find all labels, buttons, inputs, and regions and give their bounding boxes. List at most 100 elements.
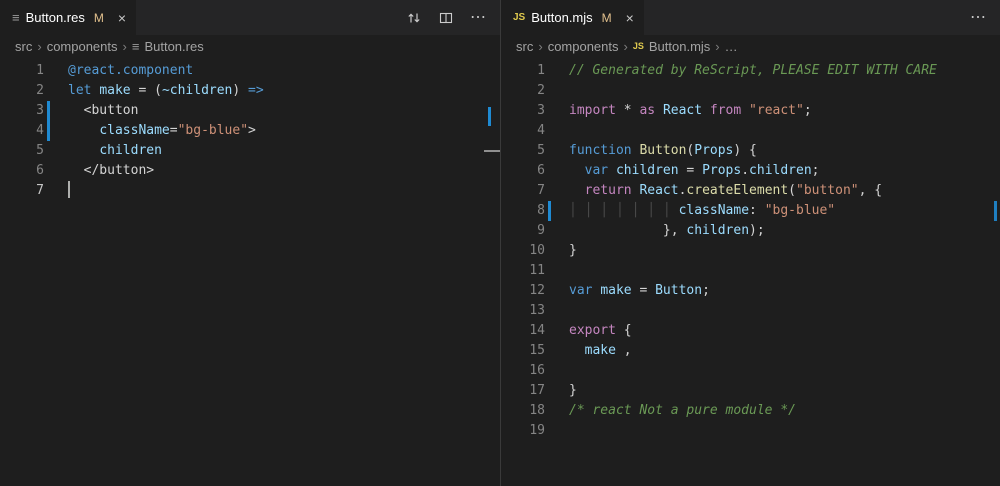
code-text: children <box>68 141 162 161</box>
close-tab-button[interactable]: × <box>118 10 126 26</box>
git-modified-marker <box>47 121 50 141</box>
gutter-spacer <box>548 221 551 241</box>
gutter-spacer <box>548 281 551 301</box>
breadcrumb-separator: › <box>37 39 41 54</box>
code-editor-rescript[interactable]: 1 @react.component2let make = (~children)… <box>0 57 500 201</box>
git-modified-marker <box>47 101 50 121</box>
overview-ruler-cursor-mark <box>484 150 500 152</box>
code-line[interactable]: 5function Button(Props) { <box>501 141 1000 161</box>
line-number: 6 <box>501 161 545 181</box>
code-line[interactable]: 14export { <box>501 321 1000 341</box>
more-actions-icon[interactable]: ⋯ <box>470 10 486 26</box>
code-line[interactable]: 6 var children = Props.children; <box>501 161 1000 181</box>
javascript-icon: JS <box>513 12 525 23</box>
line-number: 1 <box>0 61 44 81</box>
javascript-icon: JS <box>633 41 644 51</box>
code-line[interactable]: 15 make , <box>501 341 1000 361</box>
split-editor-icon[interactable] <box>438 10 454 26</box>
breadcrumb-label: src <box>15 39 32 54</box>
code-line[interactable]: 8 │ │ │ │ │ │ │ className: "bg-blue" <box>501 201 1000 221</box>
code-line[interactable]: 16 <box>501 361 1000 381</box>
gutter-spacer <box>47 81 50 101</box>
line-number: 7 <box>0 181 44 201</box>
breadcrumb-label: src <box>516 39 533 54</box>
code-line[interactable]: 12var make = Button; <box>501 281 1000 301</box>
breadcrumb-item[interactable]: … <box>725 39 738 54</box>
breadcrumb-item[interactable]: components <box>47 39 118 54</box>
code-line[interactable]: 9 }, children); <box>501 221 1000 241</box>
editor-actions-left: ⋯ <box>406 0 500 35</box>
file-icon: ≡ <box>12 10 20 25</box>
breadcrumb-item[interactable]: components <box>548 39 619 54</box>
gutter-spacer <box>47 161 50 181</box>
code-text: </button> <box>68 161 154 181</box>
gutter-spacer <box>548 301 551 321</box>
gutter-spacer <box>47 181 50 201</box>
code-line[interactable]: 7 <box>0 181 500 201</box>
line-number: 17 <box>501 381 545 401</box>
code-text: } <box>569 381 577 401</box>
code-text: function Button(Props) { <box>569 141 757 161</box>
breadcrumb-item[interactable]: src <box>15 39 32 54</box>
breadcrumb-separator: › <box>123 39 127 54</box>
code-text: // Generated by ReScript, PLEASE EDIT WI… <box>569 61 937 81</box>
breadcrumb-item[interactable]: ≡Button.res <box>132 39 204 54</box>
code-line[interactable]: 1 @react.component <box>0 61 500 81</box>
code-line[interactable]: 10} <box>501 241 1000 261</box>
modified-badge: M <box>602 11 612 25</box>
code-line[interactable]: 2 <box>501 81 1000 101</box>
modified-badge: M <box>94 11 104 25</box>
gutter-spacer <box>548 401 551 421</box>
gutter-spacer <box>548 361 551 381</box>
line-number: 11 <box>501 261 545 281</box>
tab-bar-right: JS Button.mjs M × ⋯ <box>501 0 1000 35</box>
breadcrumb-label: components <box>548 39 619 54</box>
code-line[interactable]: 4 className="bg-blue"> <box>0 121 500 141</box>
overview-ruler-modified-mark <box>994 201 997 221</box>
line-number: 16 <box>501 361 545 381</box>
code-line[interactable]: 1// Generated by ReScript, PLEASE EDIT W… <box>501 61 1000 81</box>
breadcrumb-label: Button.res <box>144 39 203 54</box>
code-line[interactable]: 5 children <box>0 141 500 161</box>
code-line[interactable]: 13 <box>501 301 1000 321</box>
breadcrumb-item[interactable]: src <box>516 39 533 54</box>
code-line[interactable]: 3 import * as React from "react"; <box>501 101 1000 121</box>
breadcrumb-item[interactable]: JSButton.mjs <box>633 39 710 54</box>
code-text: }, children); <box>569 221 765 241</box>
code-line[interactable]: 2let make = (~children) => <box>0 81 500 101</box>
code-line[interactable]: 11 <box>501 261 1000 281</box>
code-line[interactable]: 17} <box>501 381 1000 401</box>
line-number: 3 <box>501 101 545 121</box>
code-line[interactable]: 19 <box>501 421 1000 441</box>
code-line[interactable]: 3 <button <box>0 101 500 121</box>
tab-title: Button.res <box>26 10 85 25</box>
tab-bar-left: ≡ Button.res M × ⋯ <box>0 0 500 35</box>
overview-ruler-modified-mark <box>488 107 491 126</box>
code-text: │ │ │ │ │ │ │ className: "bg-blue" <box>569 201 835 221</box>
code-text: import * as React from "react"; <box>569 101 812 121</box>
line-number: 8 <box>501 201 545 221</box>
more-actions-icon[interactable]: ⋯ <box>970 10 986 26</box>
tab-title: Button.mjs <box>531 10 592 25</box>
editor-actions-right: ⋯ <box>970 0 1000 35</box>
code-line[interactable]: 4 <box>501 121 1000 141</box>
code-text: make , <box>569 341 632 361</box>
breadcrumbs-left: src › components › ≡Button.res <box>0 35 500 57</box>
tab-button-mjs[interactable]: JS Button.mjs M × <box>501 0 644 35</box>
code-line[interactable]: 6 </button> <box>0 161 500 181</box>
code-line[interactable]: 7 return React.createElement("button", { <box>501 181 1000 201</box>
code-text: } <box>569 241 577 261</box>
gutter-spacer <box>548 321 551 341</box>
tab-button-res[interactable]: ≡ Button.res M × <box>0 0 136 35</box>
gutter-spacer <box>47 141 50 161</box>
gutter-spacer <box>548 121 551 141</box>
close-tab-button[interactable]: × <box>626 10 634 26</box>
code-text: @react.component <box>68 61 193 81</box>
code-line[interactable]: 18/* react Not a pure module */ <box>501 401 1000 421</box>
breadcrumb-separator: › <box>624 39 628 54</box>
line-number: 5 <box>0 141 44 161</box>
code-editor-javascript[interactable]: 1// Generated by ReScript, PLEASE EDIT W… <box>501 57 1000 441</box>
editor-group-left: ≡ Button.res M × ⋯ <box>0 0 500 486</box>
line-number: 2 <box>0 81 44 101</box>
open-changes-icon[interactable] <box>406 10 422 26</box>
